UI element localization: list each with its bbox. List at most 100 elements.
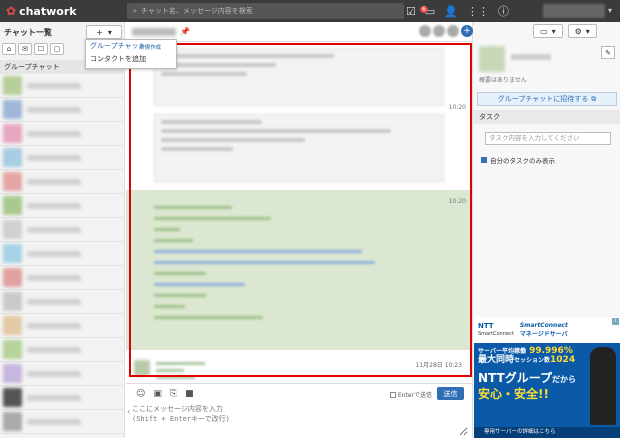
task-section-title: タスク bbox=[473, 110, 620, 124]
highlighted-message: 10:20 bbox=[126, 190, 472, 350]
list-item[interactable] bbox=[0, 122, 124, 146]
settings-button[interactable]: ⚙ ▾ bbox=[567, 24, 597, 38]
to-icon[interactable]: ▣ bbox=[153, 389, 162, 399]
emoji-icon[interactable]: ☺ bbox=[136, 389, 145, 399]
chatwork-logo[interactable]: ✿ chatwork bbox=[0, 4, 120, 18]
member-avatars[interactable]: + bbox=[419, 25, 473, 37]
my-task-toggle[interactable]: 自分のタスクのみ表示 bbox=[481, 155, 555, 165]
add-contact-icon[interactable]: 👤 bbox=[444, 5, 458, 18]
search-input[interactable]: ⌕ チャット名、メッセージ内容を検索 bbox=[127, 3, 404, 19]
avatar bbox=[3, 196, 22, 215]
search-icon: ⌕ bbox=[133, 6, 137, 15]
list-item bbox=[154, 48, 444, 106]
list-item[interactable] bbox=[0, 386, 124, 410]
menu-item-group-chat[interactable]: グループチャット bbox=[86, 40, 176, 53]
chevron-down-icon[interactable]: ▾ bbox=[608, 6, 612, 15]
task-badge: 6 bbox=[420, 5, 428, 13]
chevron-down-icon: ▾ bbox=[551, 26, 556, 36]
user-menu[interactable] bbox=[543, 4, 605, 18]
avatar bbox=[3, 100, 22, 119]
message-toolbar: ☺ ▣ ⎘ ■ Enterで送信 送信 bbox=[126, 383, 472, 403]
gear-icon: ⚙ bbox=[574, 26, 582, 36]
search-placeholder: チャット名、メッセージ内容を検索 bbox=[140, 7, 253, 15]
ad-person-image bbox=[590, 347, 616, 425]
chatwork-logo-icon: ✿ bbox=[6, 4, 17, 18]
message-timestamp: 11月28日 10:23 bbox=[415, 362, 462, 369]
task-filter-icon[interactable]: ☐ bbox=[34, 43, 48, 55]
room-list bbox=[0, 74, 124, 434]
mention-filter-icon[interactable]: ▢ bbox=[50, 43, 64, 55]
list-item[interactable] bbox=[0, 338, 124, 362]
add-chat-dropdown: グループチャット コンタクトを追加 新規作成 bbox=[85, 39, 177, 69]
avatar bbox=[3, 316, 22, 335]
advertisement-banner[interactable]: NTT SmartConnect SmartConnect マネージドサーバ サー… bbox=[474, 317, 620, 438]
list-item[interactable] bbox=[0, 194, 124, 218]
chevron-left-icon[interactable]: ‹ bbox=[127, 407, 130, 416]
chevron-down-icon: ▾ bbox=[585, 26, 590, 36]
avatar bbox=[134, 360, 150, 376]
folder-icon: ▭ bbox=[540, 26, 548, 36]
avatar bbox=[3, 220, 22, 239]
list-item[interactable] bbox=[0, 314, 124, 338]
room-description: 概要はありません bbox=[479, 77, 527, 84]
list-item[interactable] bbox=[0, 362, 124, 386]
message-list[interactable]: 10:20 10:20 11月28日 10:23 bbox=[126, 42, 472, 383]
my-task-checkbox[interactable] bbox=[481, 157, 487, 163]
list-item[interactable] bbox=[0, 170, 124, 194]
edit-icon[interactable]: ✎ bbox=[601, 46, 615, 59]
ad-info-icon[interactable]: i bbox=[612, 318, 619, 325]
room-info: ✎ 概要はありません bbox=[479, 46, 615, 84]
message-timestamp: 10:20 bbox=[448, 198, 466, 205]
list-item: 11月28日 10:23 bbox=[134, 358, 464, 380]
video-call-icon[interactable]: ■ bbox=[185, 389, 194, 399]
avatar bbox=[3, 388, 22, 407]
list-item bbox=[154, 114, 444, 182]
list-item[interactable] bbox=[0, 290, 124, 314]
new-create-tooltip: 新規作成 bbox=[139, 45, 162, 51]
avatar bbox=[3, 244, 22, 263]
file-button[interactable]: ▭ ▾ bbox=[533, 24, 563, 38]
message-timestamp: 10:20 bbox=[448, 104, 466, 111]
task-icon[interactable]: ☑ 6 bbox=[406, 5, 428, 18]
unread-filter-icon[interactable]: ✉ bbox=[18, 43, 32, 55]
task-input[interactable]: タスク内容を入力してください bbox=[485, 132, 611, 145]
add-chat-button[interactable]: + ▾ bbox=[86, 25, 122, 39]
avatar bbox=[3, 268, 22, 287]
list-item[interactable] bbox=[0, 242, 124, 266]
avatar bbox=[3, 172, 22, 191]
chat-list-sidebar: チャット一覧 + ▾ ⌂ ✉ ☐ ▢ グループチャット bbox=[0, 22, 125, 438]
room-name bbox=[132, 27, 176, 36]
top-bar: ✿ chatwork ⌕ チャット名、メッセージ内容を検索 ☑ 6 ▭ 👤 ⋮⋮ … bbox=[0, 0, 620, 22]
enter-send-toggle[interactable]: Enterで送信 bbox=[389, 390, 432, 399]
list-item[interactable] bbox=[0, 266, 124, 290]
avatar bbox=[3, 148, 22, 167]
home-filter-icon[interactable]: ⌂ bbox=[2, 43, 16, 55]
avatar bbox=[3, 364, 22, 383]
avatar bbox=[3, 340, 22, 359]
pin-icon[interactable]: 📌 bbox=[180, 27, 190, 36]
list-item[interactable] bbox=[0, 218, 124, 242]
ntt-logo: NTT SmartConnect bbox=[478, 322, 514, 337]
room-title bbox=[511, 54, 551, 60]
list-item[interactable] bbox=[0, 98, 124, 122]
avatar bbox=[3, 412, 22, 431]
attach-icon[interactable]: ⎘ bbox=[170, 389, 177, 399]
avatar bbox=[3, 124, 22, 143]
copy-icon: ⧉ bbox=[591, 94, 597, 103]
avatar bbox=[3, 292, 22, 311]
apps-grid-icon[interactable]: ⋮⋮ bbox=[467, 5, 489, 18]
invite-group-chat-button[interactable]: グループチャットに招待する ⧉ bbox=[477, 92, 617, 106]
list-item[interactable] bbox=[0, 410, 124, 434]
menu-item-add-contact[interactable]: コンタクトを追加 bbox=[86, 53, 176, 66]
list-item[interactable] bbox=[0, 146, 124, 170]
info-icon[interactable]: ⓘ bbox=[498, 3, 509, 19]
ad-footer: 専用サーバーの詳細はこちら bbox=[474, 427, 620, 438]
chevron-down-icon: ▾ bbox=[107, 27, 112, 37]
list-item[interactable] bbox=[0, 74, 124, 98]
add-member-icon[interactable]: + bbox=[461, 25, 473, 37]
send-button[interactable]: 送信 bbox=[437, 387, 464, 400]
avatar bbox=[3, 76, 22, 95]
enter-send-checkbox[interactable] bbox=[389, 391, 396, 398]
message-input[interactable] bbox=[132, 404, 468, 436]
chat-timeline: 📌 10:20 10:20 11月28日 10:23 ☺ ▣ ⎘ ■ Enter… bbox=[126, 22, 472, 438]
